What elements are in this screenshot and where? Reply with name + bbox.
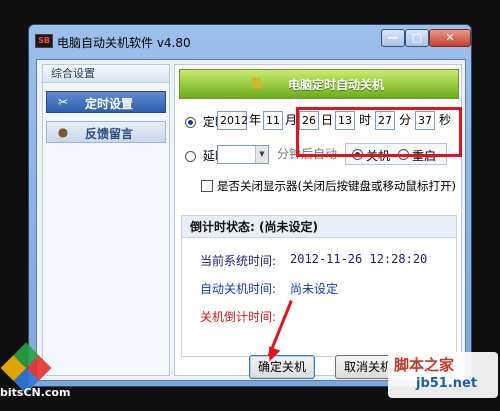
user-icon: ● <box>57 125 69 139</box>
maximize-button[interactable]: □ <box>405 29 429 47</box>
watermark-left: bitsCN.com <box>0 386 71 399</box>
close-icon: ✕ <box>445 31 455 44</box>
current-time-label: 当前系统时间: <box>200 254 277 268</box>
sidebar-item-feedback[interactable]: ● 反馈留言 <box>46 121 166 143</box>
up-down-arrows-icon: ⇅ <box>250 74 264 93</box>
sidebar-item-timer-settings[interactable]: ✂ 定时设置 <box>46 91 166 113</box>
current-time-value: 2012-11-26 12:28:20 <box>290 252 428 266</box>
sidebar: 综合设置 ✂ 定时设置 ● 反馈留言 <box>42 64 170 376</box>
window-title: 电脑自动关机软件 v4.80 <box>57 36 191 50</box>
sidebar-item-label: 反馈留言 <box>85 127 134 141</box>
app-window: SB 电脑自动关机软件 v4.80 — □ ✕ 综合设置 ✂ 定时设置 ● 反馈… <box>28 24 472 387</box>
year-unit: 年 <box>249 113 262 127</box>
title-bar[interactable]: SB 电脑自动关机软件 v4.80 — □ ✕ <box>29 25 471 59</box>
tools-icon: ✂ <box>57 95 69 109</box>
app-logo-icon: SB <box>35 34 53 48</box>
sidebar-header: 综合设置 <box>43 65 169 83</box>
sidebar-item-label: 定时设置 <box>85 97 134 111</box>
confirm-shutdown-button[interactable]: 确定关机 <box>249 355 315 379</box>
timed-radio[interactable] <box>185 117 196 128</box>
status-header: 倒计时状态: (尚未设定) <box>182 216 456 238</box>
watermark-right-bottom: jb51.net <box>416 376 478 391</box>
banner: ⇅ 电脑定时自动关机 <box>179 69 459 99</box>
delay-minutes-select[interactable]: ▼ <box>217 145 269 164</box>
auto-shutdown-label: 自动关机时间: <box>200 282 277 296</box>
minimize-button[interactable]: — <box>381 29 405 47</box>
monitor-off-label: 是否关闭显示器(关闭后按键盘或移动鼠标打开) <box>217 179 456 193</box>
minimize-icon: — <box>387 31 399 44</box>
date-time-highlight-box <box>296 107 462 157</box>
monitor-off-checkbox[interactable] <box>201 180 213 192</box>
month-field[interactable]: 11 <box>263 111 283 130</box>
delay-radio[interactable] <box>185 151 196 162</box>
countdown-label: 关机倒计时间: <box>200 310 277 324</box>
countdown-status-box: 倒计时状态: (尚未设定) 当前系统时间: 2012-11-26 12:28:2… <box>181 215 457 357</box>
year-field[interactable]: 2012 <box>217 111 248 130</box>
auto-shutdown-value: 尚未设定 <box>290 282 339 296</box>
maximize-icon: □ <box>411 31 423 44</box>
close-button[interactable]: ✕ <box>429 29 471 47</box>
watermark-right: 脚本之家 jb51.net <box>388 352 498 398</box>
banner-title: 电脑定时自动关机 <box>288 78 385 92</box>
chevron-down-icon: ▼ <box>255 146 268 163</box>
watermark-right-top: 脚本之家 <box>394 356 455 374</box>
